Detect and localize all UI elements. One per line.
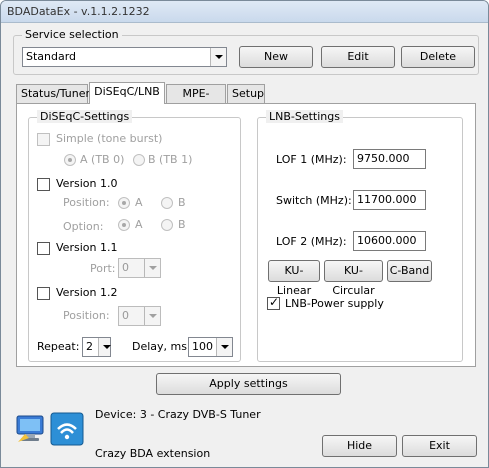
ku-linear-button[interactable]: KU-Linear bbox=[268, 260, 320, 297]
position-1-2-select[interactable]: 0 bbox=[118, 306, 161, 326]
main-window: BDADataEx - v.1.1.2.1232 Service selecti… bbox=[0, 0, 489, 468]
delay-select[interactable]: 100 bbox=[188, 337, 233, 357]
delay-label: Delay, ms: bbox=[132, 340, 191, 353]
lof1-label: LOF 1 (MHz): bbox=[276, 153, 347, 166]
option-a-radio[interactable] bbox=[118, 219, 130, 231]
option-b-label: B bbox=[178, 218, 186, 231]
chevron-down-icon[interactable] bbox=[144, 259, 160, 277]
ku-circular-button[interactable]: KU-Circular bbox=[324, 260, 383, 297]
lof1-value: 9750.000 bbox=[357, 152, 410, 165]
port-select-value: 0 bbox=[122, 261, 129, 274]
window-title: BDADataEx - v.1.1.2.1232 bbox=[7, 5, 150, 18]
option-b-radio[interactable] bbox=[161, 219, 173, 231]
tb0-radio[interactable] bbox=[64, 154, 76, 166]
option-label: Option: bbox=[63, 220, 104, 233]
device-text: Device: 3 - Crazy DVB-S Tuner bbox=[95, 408, 261, 421]
chevron-down-icon[interactable] bbox=[144, 307, 160, 325]
hide-button[interactable]: Hide bbox=[322, 435, 397, 457]
position-1-2-label: Position: bbox=[63, 309, 110, 322]
position-b-label: B bbox=[178, 196, 186, 209]
switch-input[interactable]: 11700.000 bbox=[353, 190, 426, 210]
title-bar[interactable]: BDADataEx - v.1.1.2.1232 bbox=[1, 1, 488, 23]
position-a-label: A bbox=[135, 196, 143, 209]
version-1-2-checkbox[interactable] bbox=[37, 287, 50, 300]
lof1-input[interactable]: 9750.000 bbox=[353, 149, 426, 169]
lnb-power-label: LNB-Power supply bbox=[285, 297, 384, 310]
apply-settings-button[interactable]: Apply settings bbox=[156, 373, 341, 395]
repeat-label: Repeat: bbox=[37, 340, 80, 353]
edit-button[interactable]: Edit bbox=[321, 46, 395, 68]
chevron-down-icon[interactable] bbox=[216, 338, 232, 356]
port-label: Port: bbox=[90, 262, 116, 275]
version-1-0-checkbox[interactable] bbox=[37, 178, 50, 191]
new-button[interactable]: New bbox=[239, 46, 313, 68]
position-1-2-select-value: 0 bbox=[122, 309, 129, 322]
position-b-radio[interactable] bbox=[161, 197, 173, 209]
delay-select-value: 100 bbox=[192, 340, 213, 353]
service-selection-caption: Service selection bbox=[22, 28, 122, 41]
version-1-1-label: Version 1.1 bbox=[56, 241, 118, 254]
version-1-1-checkbox[interactable] bbox=[37, 242, 50, 255]
switch-label: Switch (MHz): bbox=[276, 194, 352, 207]
version-1-2-label: Version 1.2 bbox=[56, 286, 118, 299]
simple-tone-burst-checkbox[interactable] bbox=[37, 133, 50, 146]
c-band-button[interactable]: C-Band bbox=[387, 260, 432, 282]
wireless-signal-icon bbox=[50, 412, 84, 446]
port-select[interactable]: 0 bbox=[118, 258, 161, 278]
service-select[interactable]: Standard bbox=[22, 47, 227, 67]
computer-monitor-icon bbox=[15, 414, 47, 444]
exit-button[interactable]: Exit bbox=[402, 435, 477, 457]
option-a-label: A bbox=[135, 218, 143, 231]
tb0-label: A (TB 0) bbox=[80, 153, 125, 166]
tb1-label: B (TB 1) bbox=[148, 153, 193, 166]
version-1-0-label: Version 1.0 bbox=[56, 177, 118, 190]
delete-button[interactable]: Delete bbox=[401, 46, 475, 68]
lnb-settings-caption: LNB-Settings bbox=[266, 110, 343, 123]
simple-tone-burst-label: Simple (tone burst) bbox=[56, 132, 163, 145]
lof2-value: 10600.000 bbox=[357, 234, 417, 247]
lof2-label: LOF 2 (MHz): bbox=[276, 235, 347, 248]
tab-status-tuner[interactable]: Status/Tuner bbox=[16, 84, 90, 104]
repeat-select-value: 2 bbox=[86, 340, 93, 353]
repeat-select[interactable]: 2 bbox=[82, 337, 111, 357]
chevron-down-icon[interactable] bbox=[210, 48, 226, 66]
diseqc-settings-caption: DiSEqC-Settings bbox=[37, 110, 133, 123]
tb1-radio[interactable] bbox=[133, 154, 145, 166]
tab-mpe-filter[interactable]: MPE-Filter bbox=[166, 84, 226, 118]
position-a-radio[interactable] bbox=[118, 197, 130, 209]
switch-value: 11700.000 bbox=[357, 193, 417, 206]
tab-diseqc-lnb[interactable]: DiSEqC/LNB bbox=[89, 82, 165, 104]
position-label: Position: bbox=[63, 196, 110, 209]
extension-text: Crazy BDA extension bbox=[95, 447, 211, 460]
lnb-power-checkbox[interactable] bbox=[267, 295, 280, 310]
tab-setup[interactable]: Setup bbox=[227, 84, 265, 104]
lof2-input[interactable]: 10600.000 bbox=[353, 231, 426, 251]
chevron-down-icon[interactable] bbox=[98, 338, 111, 356]
service-select-value: Standard bbox=[26, 50, 77, 63]
